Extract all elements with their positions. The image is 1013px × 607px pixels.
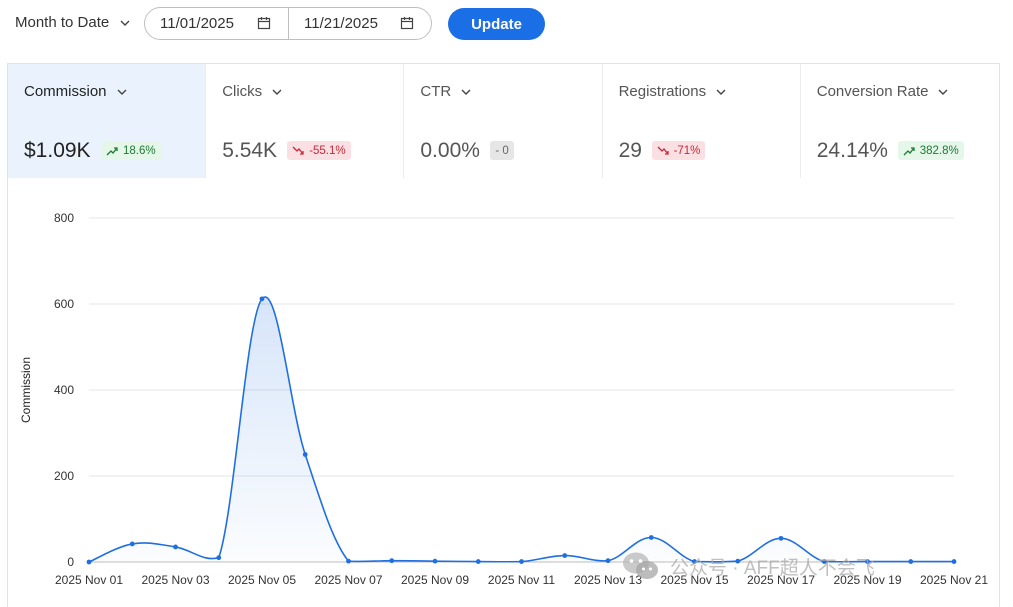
y-tick-label: 0 [67,555,74,569]
data-point [821,559,827,564]
data-point [432,558,438,564]
y-tick-label: 200 [54,469,74,483]
data-point [389,558,395,564]
x-tick-label: 2025 Nov 05 [228,573,296,587]
series-line [88,296,954,563]
data-point [216,555,222,561]
data-point [951,559,957,564]
y-tick-label: 600 [54,297,74,311]
data-point [259,296,265,302]
x-tick-label: 2025 Nov 21 [920,573,988,587]
y-axis-title: Commission [19,357,33,423]
data-point [173,544,178,550]
x-tick-label: 2025 Nov 13 [574,573,642,587]
data-point [129,541,135,547]
data-point [519,559,524,564]
data-point [346,558,351,564]
x-tick-label: 2025 Nov 03 [141,573,209,587]
x-tick-label: 2025 Nov 09 [401,573,469,587]
series-area [89,296,954,562]
y-tick-label: 400 [54,383,74,397]
data-point [908,559,914,564]
x-tick-label: 2025 Nov 17 [747,573,815,587]
commission-line-chart: 0 200 400 600 800 2025 Nov 01 2025 Nov 03 2025… [19,211,988,587]
data-point [692,559,697,564]
data-point [778,535,784,541]
x-tick-label: 2025 Nov 11 [488,573,555,587]
data-point [865,559,870,564]
data-point [86,559,92,565]
x-tick-label: 2025 Nov 19 [833,573,901,587]
data-point [302,452,308,457]
data-point [735,558,741,564]
x-tick-label: 2025 Nov 15 [660,573,728,587]
x-tick-label: 2025 Nov 07 [314,573,382,587]
y-tick-label: 800 [54,211,74,225]
data-point [605,558,611,564]
data-point [648,535,654,540]
data-point [475,559,481,564]
x-tick-label: 2025 Nov 01 [55,573,123,587]
data-point [562,553,568,558]
